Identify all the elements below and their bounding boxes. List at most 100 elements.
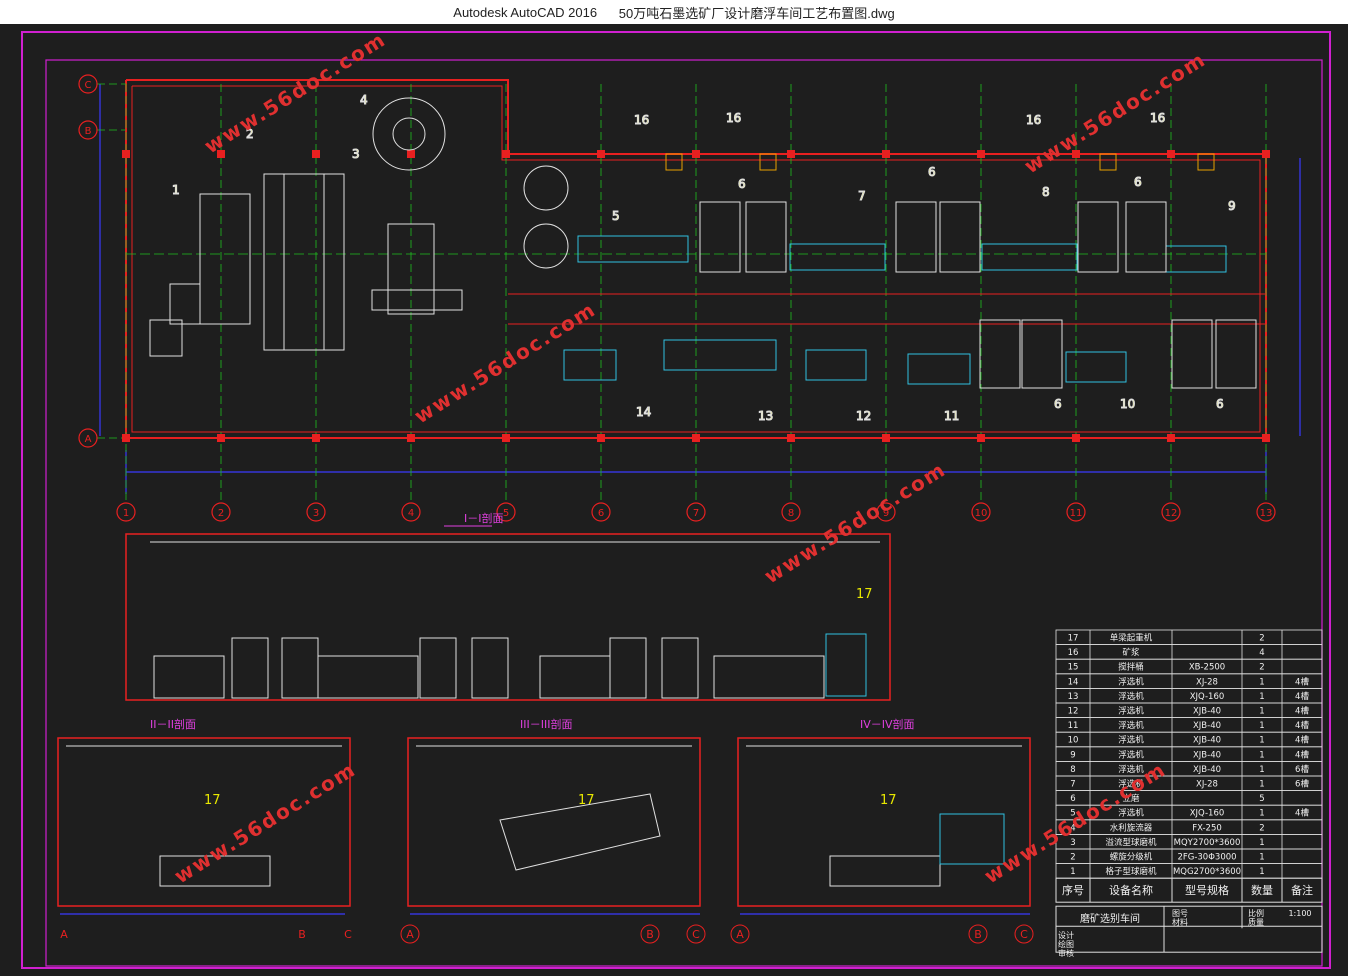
table-cell: XJB-40: [1193, 721, 1221, 731]
section-unit: [419, 637, 457, 699]
table-cell: 浮选机: [1118, 720, 1144, 731]
title-block-cell: 绘图: [1058, 939, 1074, 949]
equipment-label: 14: [636, 405, 651, 419]
crane-label: 17: [856, 587, 873, 602]
equipment-label: 1: [172, 183, 180, 197]
flotation-cell: [563, 349, 617, 381]
column-marker: [122, 150, 130, 158]
mill-unit: [745, 201, 787, 273]
table-cell: 4槽: [1295, 706, 1309, 717]
mill-section: [829, 855, 941, 887]
pump-box: [1197, 153, 1215, 171]
flotation-cell: [805, 349, 867, 381]
column-marker: [1167, 434, 1175, 442]
mill-unit: [1021, 319, 1063, 389]
table-cell: 8: [1070, 765, 1075, 775]
equipment-label: 10: [1120, 397, 1135, 411]
ball-mill: [199, 193, 251, 325]
axis-label: 1: [123, 508, 129, 519]
mill-unit: [1171, 319, 1213, 389]
column-marker: [217, 434, 225, 442]
window-titlebar: Autodesk AutoCAD 2016 50万吨石墨选矿厂设计磨浮车间工艺布…: [0, 0, 1348, 24]
table-cell: XB-2500: [1189, 663, 1225, 673]
table-cell: FX-250: [1192, 823, 1222, 833]
column-marker: [787, 150, 795, 158]
column-marker: [407, 434, 415, 442]
tank: [523, 223, 569, 269]
equipment-label: 11: [944, 409, 959, 423]
table-cell: 浮选机: [1118, 808, 1144, 819]
axis-label: B: [646, 928, 654, 941]
crane-label: 17: [880, 793, 897, 808]
cyclone: [372, 97, 446, 171]
title-block-cell: 1:100: [1288, 909, 1311, 918]
spiral-classifier: [263, 173, 345, 351]
pump-box: [665, 153, 683, 171]
equipment-label: 6: [738, 177, 746, 191]
section-unit: [471, 637, 509, 699]
axis-label: 4: [408, 508, 414, 519]
axis-label: 11: [1070, 508, 1083, 519]
table-cell: 1: [1259, 721, 1264, 731]
table-cell: 浮选机: [1118, 691, 1144, 702]
axis-label: 8: [788, 508, 794, 519]
table-cell: 1: [1259, 765, 1264, 775]
equipment-label: 16: [1150, 111, 1165, 125]
crane-label: 17: [204, 793, 221, 808]
axis-label: 5: [503, 508, 509, 519]
table-cell: 1: [1259, 677, 1264, 687]
mill-unit: [1215, 319, 1257, 389]
axis-label: 3: [313, 508, 319, 519]
table-cell: 7: [1070, 780, 1075, 790]
pump-box: [1099, 153, 1117, 171]
table-cell: 5: [1259, 794, 1264, 804]
equipment-label: 5: [612, 209, 620, 223]
table-cell: 1: [1259, 736, 1264, 746]
title-block-cell: 设计: [1058, 930, 1074, 940]
flotation-cell: [789, 243, 886, 271]
section-unit: [661, 637, 699, 699]
column-marker: [502, 434, 510, 442]
table-cell: XJ-28: [1196, 677, 1218, 687]
axis-label: 10: [975, 508, 988, 519]
table-cell: XJB-40: [1193, 750, 1221, 760]
table-cell: 1: [1259, 692, 1264, 702]
drawing-canvas[interactable]: 1 2 3 4 5 6 7 8 9 10 11 12 13 C B A 1 2 3 4 5 6 7 6 6 8 6 9 16 16 16 1…: [0, 24, 1348, 972]
table-cell: XJ-28: [1196, 780, 1218, 790]
axis-label: C: [1020, 928, 1028, 941]
table-cell: 3: [1070, 838, 1075, 848]
column-marker: [977, 150, 985, 158]
table-cell: 4槽: [1295, 691, 1309, 702]
table-cell: MQG2700*3600: [1173, 867, 1241, 877]
title-block-cell: 材料: [1172, 917, 1188, 927]
flotation-cell: [1065, 351, 1127, 383]
tank: [523, 165, 569, 211]
title-block-cell: 比例: [1248, 908, 1264, 918]
axis-label: A: [406, 928, 414, 941]
table-cell: 15: [1068, 663, 1079, 673]
table-cell: 9: [1070, 750, 1075, 760]
equipment-label: 9: [1228, 199, 1236, 213]
table-cell: 浮选机: [1118, 735, 1144, 746]
column-marker: [597, 150, 605, 158]
column-marker: [1167, 150, 1175, 158]
section-unit: [231, 637, 269, 699]
section-unit: [825, 633, 867, 697]
column-marker: [312, 150, 320, 158]
table-cell: 1: [1259, 707, 1264, 717]
watermark-text: www.56doc.com: [760, 457, 950, 588]
table-cell: 1: [1259, 780, 1264, 790]
table-cell: 水利旋流器: [1110, 822, 1153, 833]
mill-unit: [939, 201, 981, 273]
column-marker: [122, 434, 130, 442]
equipment-label: 16: [634, 113, 649, 127]
mill-unit: [979, 319, 1021, 389]
column-marker: [882, 434, 890, 442]
classifier-section: [939, 813, 1005, 865]
column-marker: [312, 434, 320, 442]
mill-unit: [699, 201, 741, 273]
equipment-label: 6: [1216, 397, 1224, 411]
table-cell: MQY2700*3600: [1174, 838, 1241, 848]
flotation-cell: [663, 339, 777, 371]
table-cell: 17: [1068, 634, 1079, 644]
